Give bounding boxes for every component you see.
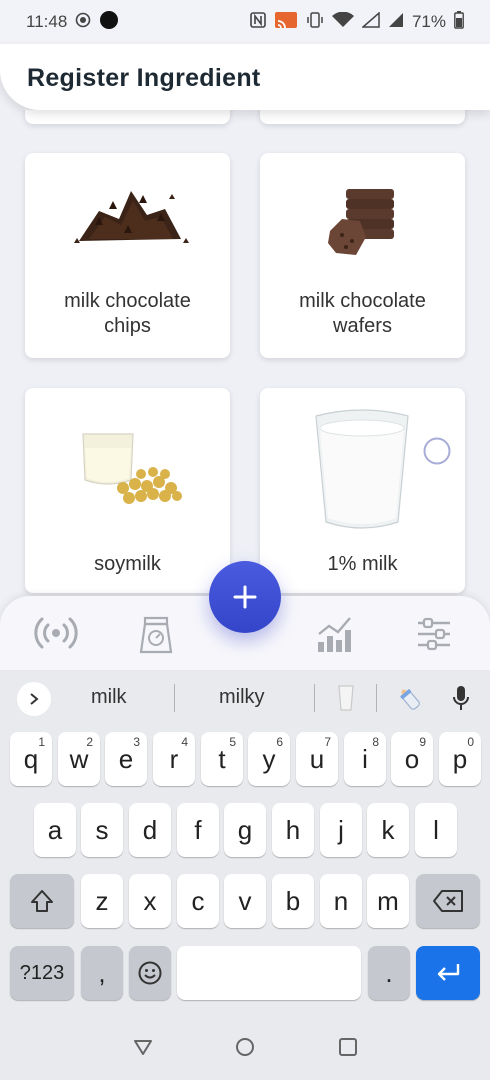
ingredient-card[interactable]: 1% milk [260, 388, 465, 593]
system-nav-bar [0, 1024, 490, 1080]
key-w[interactable]: w2 [58, 732, 100, 786]
key-s[interactable]: s [81, 803, 123, 857]
emoji-key[interactable] [129, 946, 171, 1000]
key-f[interactable]: f [177, 803, 219, 857]
key-y[interactable]: y6 [248, 732, 290, 786]
suggestion-divider [174, 684, 175, 712]
add-button[interactable] [209, 561, 281, 633]
key-e[interactable]: e3 [105, 732, 147, 786]
shift-key[interactable] [10, 874, 74, 928]
milk-glass-emoji-icon[interactable] [336, 684, 356, 712]
suggestion-bar: milk milky [0, 670, 490, 726]
signal-icon [360, 10, 380, 33]
suggestion-divider [376, 684, 377, 712]
ingredient-grid: milk chocolate chips milk chocolate wafers… [0, 110, 490, 600]
chocolate-chips-image [74, 191, 189, 243]
battery-icon [454, 10, 464, 34]
baby-bottle-emoji-icon[interactable] [396, 684, 422, 712]
app-header: Register Ingredient [0, 44, 490, 110]
key-v[interactable]: v [224, 874, 266, 928]
enter-icon [437, 964, 460, 981]
key-k[interactable]: k [367, 803, 409, 857]
key-m[interactable]: m [367, 874, 409, 928]
chevron-right-icon [30, 693, 39, 705]
home-icon[interactable] [234, 1036, 256, 1058]
suggestion-word[interactable]: milky [219, 686, 265, 709]
vibrate-icon [306, 11, 324, 33]
key-r[interactable]: r4 [153, 732, 195, 786]
key-l[interactable]: l [415, 803, 457, 857]
expand-suggestions-button[interactable] [17, 682, 51, 716]
ingredient-name: milk chocolate chips [64, 290, 191, 337]
select-radio-icon[interactable] [422, 436, 452, 466]
ingredient-card[interactable]: milk chocolate chips [25, 153, 230, 358]
key-i[interactable]: i8 [344, 732, 386, 786]
battery-percent: 71% [411, 12, 446, 31]
key-p[interactable]: p0 [439, 732, 481, 786]
key-a[interactable]: a [34, 803, 76, 857]
key-b[interactable]: b [272, 874, 314, 928]
ingredient-name: 1% milk [327, 553, 398, 575]
enter-key[interactable] [416, 946, 480, 1000]
key-g[interactable]: g [224, 803, 266, 857]
ingredient-name: milk chocolate wafers [299, 290, 426, 337]
ingredient-card-partial[interactable] [260, 110, 465, 124]
chocolate-wafers-image [328, 189, 394, 255]
comma-key[interactable]: , [81, 946, 123, 1000]
key-n[interactable]: n [320, 874, 362, 928]
status-bar: 11:48 71% [0, 0, 490, 44]
key-d[interactable]: d [129, 803, 171, 857]
back-icon[interactable] [132, 1036, 154, 1058]
recents-icon[interactable] [337, 1036, 359, 1058]
suggestion-word[interactable]: milk [91, 686, 127, 709]
ingredient-card-partial[interactable] [25, 110, 230, 124]
ingredient-card[interactable]: soymilk [25, 388, 230, 593]
plus-icon [233, 585, 257, 609]
page-title: Register Ingredient [27, 64, 261, 92]
ingredient-name: soymilk [94, 553, 161, 575]
backspace-icon [433, 890, 463, 912]
key-x[interactable]: x [129, 874, 171, 928]
sliders-icon[interactable] [414, 614, 454, 654]
shift-icon [31, 890, 53, 912]
key-j[interactable]: j [320, 803, 362, 857]
keyboard: milk milky q1 w2 e3 r4 t5 y6 u7 i8 o9 p0… [0, 670, 490, 1024]
key-q[interactable]: q1 [10, 732, 52, 786]
key-u[interactable]: u7 [296, 732, 338, 786]
microphone-icon[interactable] [452, 684, 470, 712]
chart-icon[interactable] [316, 614, 354, 654]
period-key[interactable]: . [368, 946, 410, 1000]
signal-icon-2 [388, 12, 404, 33]
key-o[interactable]: o9 [391, 732, 433, 786]
scale-icon[interactable] [137, 614, 175, 654]
suggestion-divider [314, 684, 315, 712]
soymilk-image [82, 433, 182, 504]
emoji-icon [138, 961, 162, 985]
nfc-icon [250, 11, 266, 33]
cast-icon [274, 11, 298, 34]
wifi-icon [331, 11, 354, 33]
milk-glass-image [315, 409, 409, 529]
status-time: 11:48 [26, 12, 68, 31]
record-icon [75, 12, 91, 33]
key-c[interactable]: c [177, 874, 219, 928]
key-z[interactable]: z [81, 874, 123, 928]
ingredient-card[interactable]: milk chocolate wafers [260, 153, 465, 358]
key-t[interactable]: t5 [201, 732, 243, 786]
dot-icon [99, 10, 119, 35]
broadcast-icon[interactable] [34, 614, 78, 652]
symbols-key[interactable]: ?123 [10, 946, 74, 1000]
backspace-key[interactable] [416, 874, 480, 928]
key-h[interactable]: h [272, 803, 314, 857]
space-key[interactable] [177, 946, 361, 1000]
